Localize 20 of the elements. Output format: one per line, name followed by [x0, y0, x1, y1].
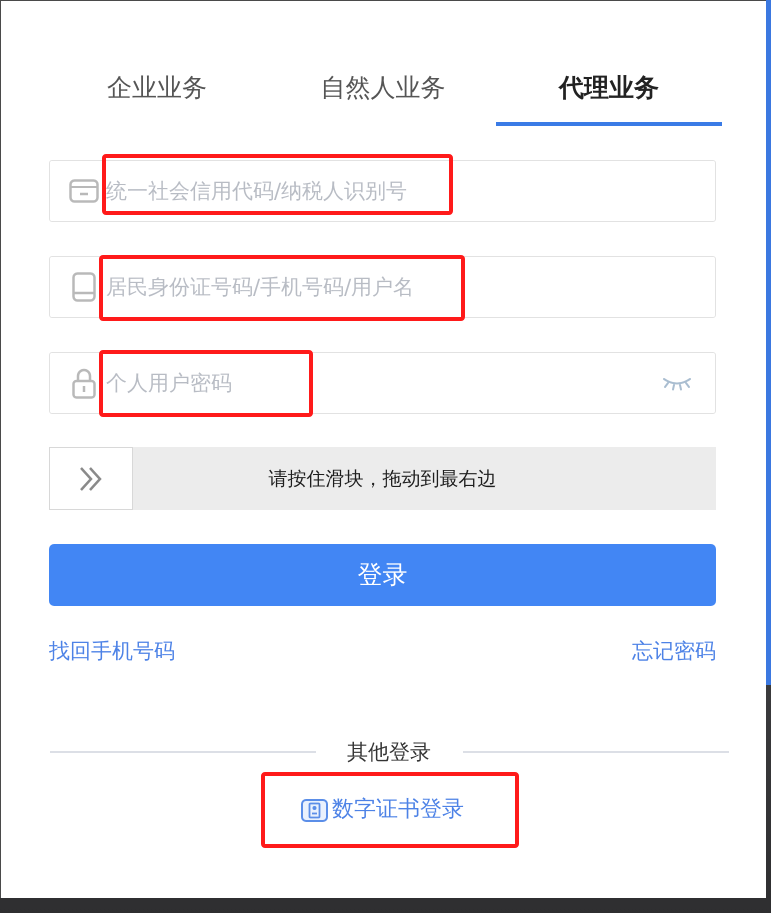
certificate-icon	[301, 798, 328, 822]
slider-track[interactable]: 请按住滑块，拖动到最右边	[49, 447, 716, 510]
slider-hint: 请按住滑块，拖动到最右边	[268, 466, 496, 492]
double-chevron-icon	[79, 466, 103, 492]
tab[interactable]: 代理业务	[496, 60, 722, 126]
link[interactable]: 忘记密码	[632, 636, 716, 666]
section-heading: 其他登录	[346, 739, 432, 766]
lock-icon	[72, 367, 96, 399]
input-field[interactable]: 个人用户密码	[49, 352, 716, 414]
tab[interactable]: 企业业务	[44, 60, 270, 126]
device-icon	[72, 272, 96, 302]
input-field[interactable]: 统一社会信用代码/纳税人识别号	[49, 160, 716, 222]
slider-handle[interactable]	[49, 447, 133, 510]
input-field[interactable]: 居民身份证号码/手机号码/用户名	[49, 256, 716, 318]
closed-eye-icon[interactable]	[662, 376, 692, 391]
login-button[interactable]: 登录	[49, 544, 716, 606]
certificate-login-link[interactable]: 数字证书登录	[301, 795, 464, 825]
card-icon	[69, 179, 99, 203]
link[interactable]: 找回手机号码	[49, 636, 175, 666]
tab[interactable]: 自然人业务	[270, 60, 496, 126]
